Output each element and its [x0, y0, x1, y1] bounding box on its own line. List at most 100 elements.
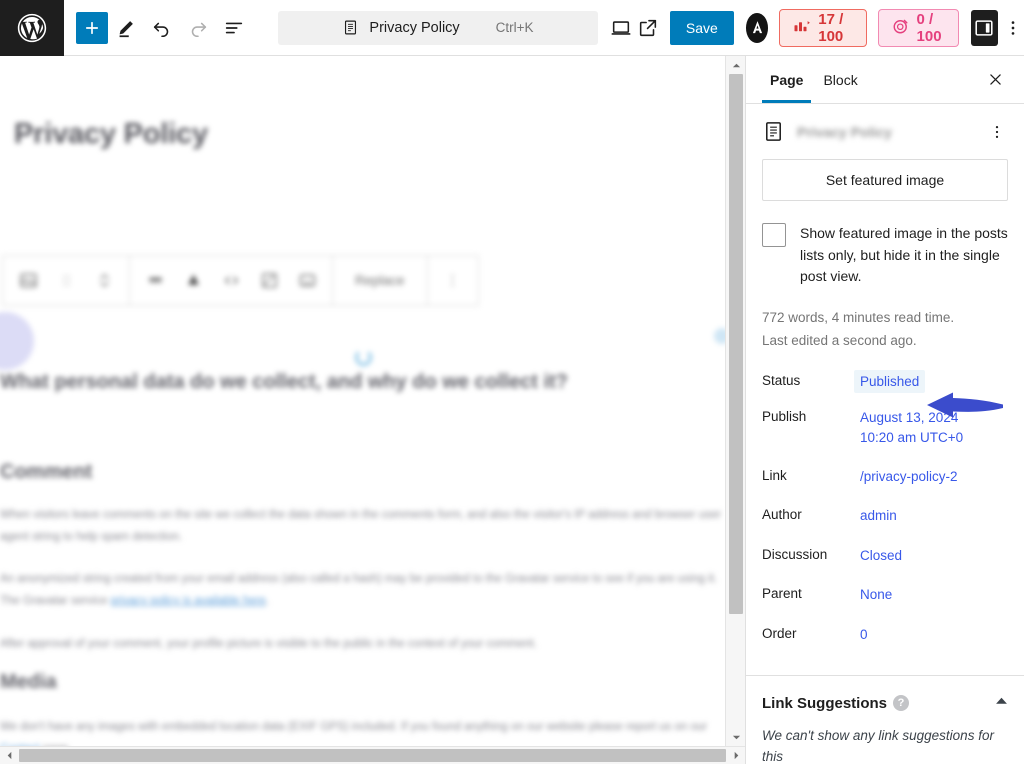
word-count-text: 772 words, 4 minutes read time. [762, 310, 955, 326]
tools-pencil-icon[interactable] [108, 10, 144, 46]
tab-page[interactable]: Page [760, 56, 813, 103]
command-palette-title: Privacy Policy [369, 19, 460, 36]
readability-score-value: 0 / 100 [916, 10, 942, 45]
editor-more-options-icon[interactable] [1002, 10, 1024, 46]
document-title: Privacy Policy [797, 123, 892, 140]
editor-tools-group [64, 10, 252, 46]
scroll-left-arrow-icon[interactable] [0, 747, 18, 764]
add-block-button[interactable] [76, 11, 108, 44]
meta-key-author: Author [762, 507, 802, 523]
meta-key-status: Status [762, 372, 801, 388]
paragraph-comment-2-end: . [265, 595, 270, 608]
seo-score-badge[interactable]: 17 / 100 [779, 8, 867, 47]
horizontal-scrollbar[interactable] [0, 746, 745, 764]
show-featured-image-label: Show featured image in the posts lists o… [800, 225, 1008, 285]
editor-top-bar: Privacy Policy Ctrl+K Save 17 / 100 0 / … [0, 0, 1024, 56]
vertical-scrollbar[interactable] [725, 56, 745, 746]
page-document-icon [762, 120, 785, 143]
undo-icon[interactable] [144, 10, 180, 46]
block-options-icon[interactable] [434, 256, 472, 305]
sidebar-page-panel: Privacy Policy Set featured image Show f… [746, 104, 1024, 666]
inline-code-icon[interactable] [212, 256, 250, 305]
heading-personal-data[interactable]: What personal data do we collect, and wh… [0, 371, 568, 394]
command-palette-button[interactable]: Privacy Policy Ctrl+K [278, 10, 598, 45]
meta-row-order: Order 0 [762, 625, 1008, 645]
document-summary-row: Privacy Policy [762, 120, 1008, 143]
align-icon[interactable] [136, 256, 174, 305]
replace-button[interactable]: Replace [339, 273, 421, 288]
preview-device-icon[interactable] [608, 10, 635, 46]
wordpress-block-editor: Privacy Policy Ctrl+K Save 17 / 100 0 / … [0, 0, 1024, 764]
page-document-icon [342, 19, 359, 36]
paragraph-comment-2[interactable]: An anonymized string created from your e… [0, 568, 722, 613]
scroll-up-arrow-icon[interactable] [726, 56, 746, 74]
link-suggestions-title: Link Suggestions [762, 694, 888, 712]
link-suggestions-body: We can't show any link suggestions for t… [762, 728, 994, 764]
drag-handle-icon[interactable] [47, 256, 85, 305]
post-meta-list: Status Published Publish August 13, 2024… [762, 369, 1008, 645]
save-button[interactable]: Save [669, 10, 734, 45]
crop-image-icon[interactable] [250, 256, 288, 305]
readability-score-badge[interactable]: 0 / 100 [877, 8, 959, 47]
external-link-icon[interactable] [635, 10, 662, 46]
add-caption-icon[interactable] [288, 256, 326, 305]
meta-value-publish[interactable]: August 13, 2024 10:20 am UTC+0 [860, 408, 980, 447]
meta-row-parent: Parent None [762, 585, 1008, 605]
paragraph-comment-2-text: An anonymized string created from your e… [0, 573, 718, 608]
paragraph-media-text: We don't have any images with embedded l… [0, 721, 708, 733]
editor-canvas[interactable]: Privacy Policy Replace What personal dat… [0, 56, 745, 764]
meta-value-discussion[interactable]: Closed [860, 546, 902, 566]
settings-sidebar-toggle[interactable] [970, 9, 998, 46]
document-options-icon[interactable] [986, 123, 1008, 141]
heading-media[interactable]: Media [0, 671, 57, 694]
meta-key-link: Link [762, 467, 787, 483]
block-toolbar: Replace [2, 255, 479, 306]
loading-spinner-icon [355, 349, 372, 366]
show-featured-image-checkbox[interactable] [762, 223, 786, 247]
heading-comment[interactable]: Comment [0, 461, 92, 484]
link-suggestions-header[interactable]: Link Suggestions ? [746, 676, 1024, 712]
image-block-icon[interactable] [9, 256, 47, 305]
aioseo-logo-icon[interactable] [745, 12, 769, 43]
move-up-down-icon[interactable] [85, 256, 123, 305]
scroll-right-arrow-icon[interactable] [727, 747, 745, 764]
wordpress-logo-icon[interactable] [0, 0, 64, 56]
vertical-scrollbar-thumb[interactable] [729, 74, 743, 614]
question-mark-icon[interactable]: ? [893, 695, 910, 712]
last-edited-text: Last edited a second ago. [762, 332, 917, 348]
meta-key-order: Order [762, 625, 797, 641]
duotone-filter-icon[interactable] [174, 256, 212, 305]
seo-bar-chart-icon [793, 17, 811, 39]
tab-block[interactable]: Block [813, 56, 867, 103]
featured-image-visibility-row: Show featured image in the posts lists o… [762, 223, 1008, 288]
sidebar-tabs: Page Block [746, 56, 1024, 104]
meta-row-author: Author admin [762, 506, 1008, 526]
meta-key-parent: Parent [762, 586, 802, 602]
meta-row-publish: Publish August 13, 2024 10:20 am UTC+0 [762, 408, 1008, 447]
meta-key-publish: Publish [762, 409, 807, 425]
gravatar-privacy-link[interactable]: privacy policy is available here [111, 595, 266, 607]
ai-circle-icon [892, 17, 910, 39]
settings-sidebar: Page Block Privacy Policy Set featured i… [745, 56, 1024, 764]
paragraph-comment-3[interactable]: After approval of your comment, your pro… [0, 633, 722, 655]
editor-content: Privacy Policy Replace What personal dat… [0, 56, 730, 755]
meta-value-status[interactable]: Published [854, 369, 926, 394]
meta-value-link[interactable]: /privacy-policy-2 [860, 467, 958, 487]
set-featured-image-button[interactable]: Set featured image [762, 159, 1008, 201]
post-title[interactable]: Privacy Policy [14, 118, 208, 151]
horizontal-scrollbar-thumb[interactable] [19, 749, 726, 762]
meta-value-order[interactable]: 0 [860, 625, 868, 645]
list-view-icon[interactable] [216, 10, 252, 46]
meta-row-link: Link /privacy-policy-2 [762, 467, 1008, 487]
redo-icon[interactable] [180, 10, 216, 46]
chevron-up-icon[interactable] [995, 694, 1008, 712]
seo-score-value: 17 / 100 [818, 10, 844, 45]
meta-value-author[interactable]: admin [860, 506, 897, 526]
paragraph-comment-1[interactable]: When visitors leave comments on the site… [0, 504, 722, 549]
meta-key-discussion: Discussion [762, 546, 828, 562]
meta-row-discussion: Discussion Closed [762, 546, 1008, 566]
meta-row-status: Status Published [762, 369, 1008, 394]
meta-value-parent[interactable]: None [860, 585, 892, 605]
close-sidebar-icon[interactable] [980, 65, 1010, 95]
scroll-down-arrow-icon[interactable] [726, 728, 746, 746]
